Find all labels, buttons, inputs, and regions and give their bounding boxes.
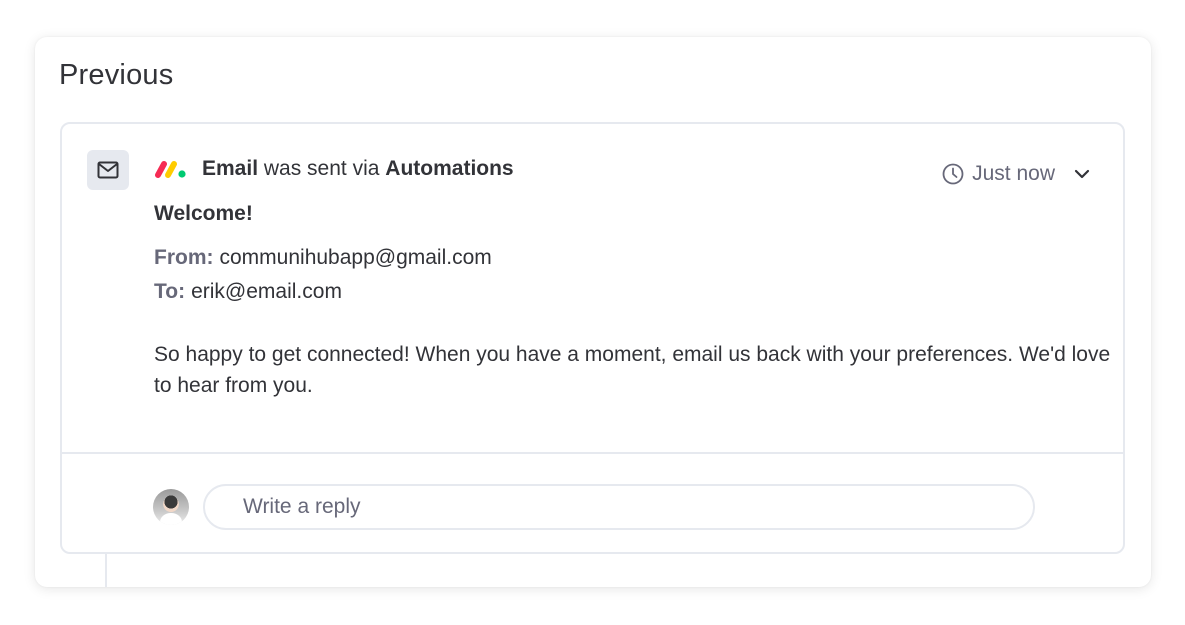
- reply-input[interactable]: [203, 484, 1035, 530]
- activity-panel: Previous Email was sent via Automations: [35, 37, 1151, 587]
- time-label: Just now: [972, 162, 1055, 185]
- thread-line: [105, 554, 107, 587]
- source-label: Email: [202, 157, 259, 180]
- chevron-down-icon[interactable]: [1073, 168, 1091, 180]
- to-row: To: erik@email.com: [154, 280, 342, 304]
- from-label: From:: [154, 246, 214, 269]
- email-header: Email was sent via Automations: [154, 157, 514, 181]
- email-subject: Welcome!: [154, 202, 253, 225]
- monday-logo: [155, 161, 186, 178]
- email-body: So happy to get connected! When you have…: [154, 343, 1111, 397]
- avatar[interactable]: [153, 489, 189, 525]
- clock-icon: [942, 163, 964, 185]
- automations-link[interactable]: Automations: [385, 157, 513, 181]
- connector-text: was sent via: [263, 157, 380, 180]
- to-label: To:: [154, 280, 186, 303]
- timestamp: Just now: [942, 162, 1091, 186]
- from-value: communihubapp@gmail.com: [219, 246, 492, 269]
- envelope-icon: [87, 150, 129, 190]
- from-row: From: communihubapp@gmail.com: [154, 246, 492, 270]
- section-title: Previous: [59, 59, 174, 91]
- to-value: erik@email.com: [191, 280, 342, 303]
- divider: [62, 452, 1123, 454]
- email-activity-card: Email was sent via Automations Just now …: [60, 122, 1125, 554]
